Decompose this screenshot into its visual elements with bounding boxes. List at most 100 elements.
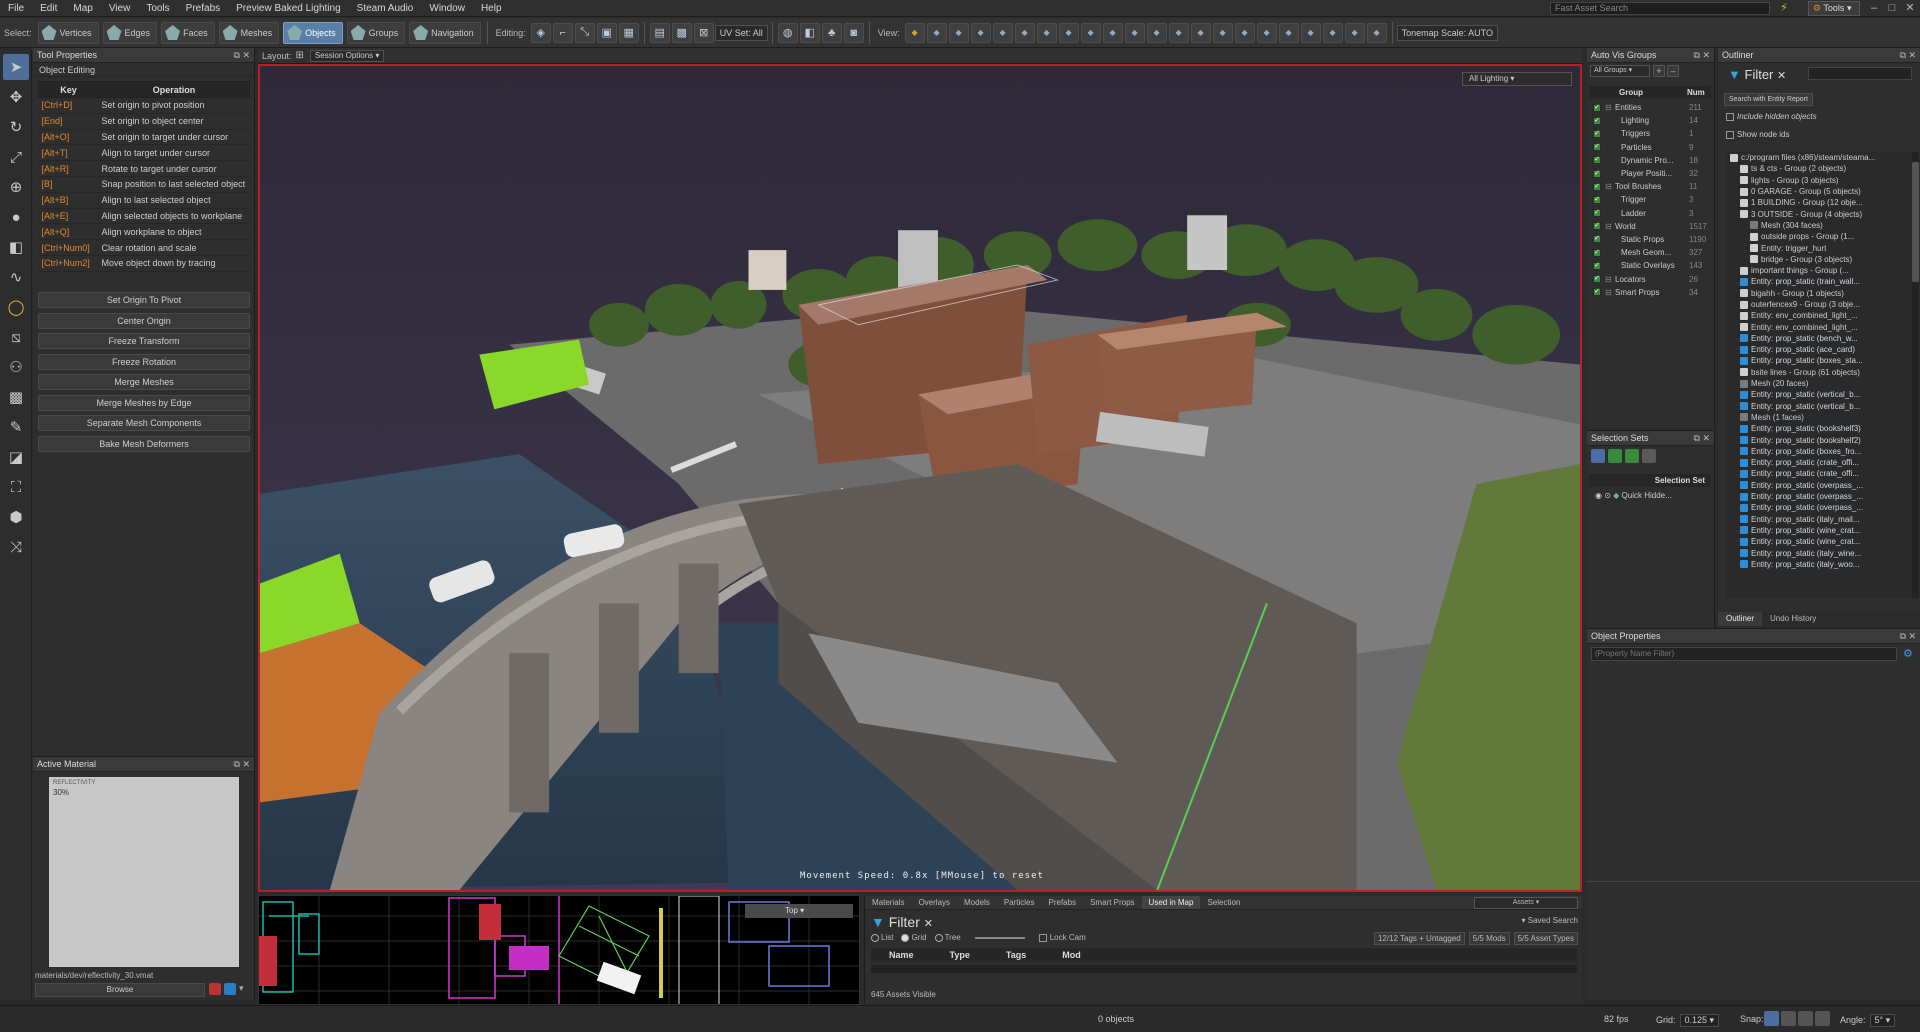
outliner-row[interactable]: Entity: prop_static (bookshelf2) xyxy=(1726,434,1912,445)
column-tags[interactable]: Tags xyxy=(988,948,1044,962)
merge-meshes-button[interactable]: Merge Meshes xyxy=(38,374,250,391)
vis-group-row[interactable]: ✓ Player Positi... 32 xyxy=(1589,167,1711,180)
chevron-down-icon[interactable]: ▾ xyxy=(239,983,251,995)
lock-icon[interactable]: ⊙ xyxy=(1604,491,1611,500)
grid-fine-view-icon[interactable]: ◆ xyxy=(1300,22,1321,43)
visibility-checkbox[interactable]: ✓ xyxy=(1593,116,1601,125)
eyedropper-icon[interactable] xyxy=(209,983,221,995)
lock-view-icon[interactable]: ◆ xyxy=(948,22,969,43)
visibility-checkbox[interactable]: ✓ xyxy=(1593,129,1601,138)
sprite-view-icon[interactable]: ◆ xyxy=(1036,22,1057,43)
grid-set-icon[interactable] xyxy=(1642,449,1656,463)
runner-view-icon[interactable]: ◆ xyxy=(1102,22,1123,43)
outliner-filter-input[interactable] xyxy=(1808,67,1912,80)
outliner-row[interactable]: Entity: prop_static (italy_mail... xyxy=(1726,514,1912,525)
menu-help[interactable]: Help xyxy=(473,0,510,17)
lock-cam-option[interactable]: Lock Cam xyxy=(1038,933,1086,942)
menu-window[interactable]: Window xyxy=(421,0,473,17)
asset-thumbnail-strip[interactable] xyxy=(871,965,1577,973)
visibility-checkbox[interactable]: ✓ xyxy=(1593,288,1601,297)
view-mode-tree[interactable]: Tree xyxy=(934,933,961,942)
radio-icon[interactable] xyxy=(871,933,879,942)
tab-overlays[interactable]: Overlays xyxy=(911,896,957,909)
tab-outliner[interactable]: Outliner xyxy=(1718,612,1763,626)
tab-materials[interactable]: Materials xyxy=(865,896,911,909)
entity-tool-icon[interactable]: ⚇ xyxy=(3,354,29,380)
outliner-row[interactable]: bridge - Group (3 objects) xyxy=(1726,254,1912,265)
minimize-icon[interactable]: – xyxy=(1866,1,1882,16)
cube-view-icon[interactable]: ◆ xyxy=(1058,22,1079,43)
vis-group-row[interactable]: ✓ ⊟ Smart Props 34 xyxy=(1589,286,1711,299)
outliner-row[interactable]: Entity: prop_static (overpass_... xyxy=(1726,491,1912,502)
set-origin-to-pivot-button[interactable]: Set Origin To Pivot xyxy=(38,292,250,309)
panel-close-icon[interactable]: ⧉ ✕ xyxy=(234,48,250,63)
mode-vertices-button[interactable]: Vertices xyxy=(37,21,99,44)
outliner-row[interactable]: Entity: prop_static (overpass_... xyxy=(1726,502,1912,513)
block-tool-icon[interactable]: ◧ xyxy=(3,234,29,260)
pivot-icon[interactable]: ◈ xyxy=(530,22,551,43)
vis-group-row[interactable]: ✓ Mesh Geom... 327 xyxy=(1589,246,1711,259)
power-icon[interactable]: ⚡ xyxy=(1776,1,1792,16)
tab-used-in-map[interactable]: Used in Map xyxy=(1141,896,1201,909)
expand-icon[interactable]: ⊟ xyxy=(1605,288,1615,297)
asset-filter[interactable]: ▼ Filter ✕ xyxy=(871,914,933,930)
outliner-row[interactable]: Entity: prop_static (vertical_b... xyxy=(1726,389,1912,400)
remove-group-icon[interactable]: – xyxy=(1667,65,1679,77)
merge-meshes-by-edge-button[interactable]: Merge Meshes by Edge xyxy=(38,394,250,411)
separate-mesh-components-button[interactable]: Separate Mesh Components xyxy=(38,415,250,432)
shield-view-icon[interactable]: ◆ xyxy=(1080,22,1101,43)
nav-view-icon[interactable]: ◆ xyxy=(992,22,1013,43)
vis-group-row[interactable]: ✓ Triggers 1 xyxy=(1589,127,1711,140)
vis-group-row[interactable]: ✓ Static Overlays 143 xyxy=(1589,259,1711,272)
globe-icon[interactable]: ◍ xyxy=(777,22,798,43)
person-view-icon[interactable]: ◆ xyxy=(1124,22,1145,43)
vis-group-row[interactable]: ✓ ⊟ Locators 26 xyxy=(1589,272,1711,285)
visibility-checkbox[interactable]: ✓ xyxy=(1593,169,1601,178)
outliner-row[interactable]: 3 OUTSIDE - Group (4 objects) xyxy=(1726,208,1912,219)
column-type[interactable]: Type xyxy=(932,948,988,962)
visibility-checkbox[interactable]: ✓ xyxy=(1593,182,1601,191)
tab-prefabs[interactable]: Prefabs xyxy=(1042,896,1084,909)
outliner-row[interactable]: 0 GARAGE - Group (5 objects) xyxy=(1726,186,1912,197)
outliner-row[interactable]: outside props - Group (1... xyxy=(1726,231,1912,242)
tree-icon[interactable]: ♣ xyxy=(821,22,842,43)
visibility-checkbox[interactable]: ✓ xyxy=(1593,103,1601,112)
overlay-tool-icon[interactable]: ◪ xyxy=(3,444,29,470)
outliner-row[interactable]: Entity: prop_static (crate_offi... xyxy=(1726,457,1912,468)
world-space-icon[interactable]: ▣ xyxy=(596,22,617,43)
vis-group-row[interactable]: ✓ Particles 9 xyxy=(1589,141,1711,154)
view-mode-list[interactable]: List xyxy=(871,933,893,942)
tab-smart-props[interactable]: Smart Props xyxy=(1083,896,1141,909)
panel-close-icon[interactable]: ⧉ ✕ xyxy=(1694,48,1710,63)
settings-gear-icon[interactable]: ⚙ xyxy=(1903,647,1913,660)
outliner-row[interactable]: Mesh (304 faces) xyxy=(1726,220,1912,231)
mode-navigation-button[interactable]: Navigation xyxy=(409,21,481,44)
add-to-set-icon[interactable] xyxy=(1608,449,1622,463)
visibility-checkbox[interactable]: ✓ xyxy=(1593,275,1601,284)
column-name[interactable]: Name xyxy=(871,948,932,962)
column-mod[interactable]: Mod xyxy=(1044,948,1099,962)
clip-tool-icon[interactable]: ⧅ xyxy=(3,324,29,350)
select-set-icon[interactable] xyxy=(1625,449,1639,463)
menu-view[interactable]: View xyxy=(101,0,139,17)
expand-icon[interactable]: ⊟ xyxy=(1605,182,1615,191)
texture-scale-icon[interactable]: ▩ xyxy=(671,22,692,43)
create-set-icon[interactable] xyxy=(1591,449,1605,463)
freeze-rotation-button[interactable]: Freeze Rotation xyxy=(38,353,250,370)
outliner-row[interactable]: lights - Group (3 objects) xyxy=(1726,175,1912,186)
snap-edge-icon[interactable] xyxy=(1798,1011,1813,1026)
open-material-icon[interactable] xyxy=(224,983,236,995)
outliner-row[interactable]: Entity: prop_static (bench_w... xyxy=(1726,333,1912,344)
ruler-view-icon[interactable]: ◆ xyxy=(1366,22,1387,43)
tab-models[interactable]: Models xyxy=(957,896,997,909)
panel-close-icon[interactable]: ⧉ ✕ xyxy=(234,757,250,772)
light-tool-icon[interactable]: ● xyxy=(3,204,29,230)
outliner-row[interactable]: Entity: prop_static (boxes_fro... xyxy=(1726,446,1912,457)
vis-group-row[interactable]: ✓ ⊟ World 1517 xyxy=(1589,220,1711,233)
3d-viewport[interactable]: All Lighting ▾ Movement Speed: 0.8x [MMo… xyxy=(258,64,1582,892)
outliner-scroll-thumb[interactable] xyxy=(1912,162,1919,282)
outliner-row[interactable]: important things - Group (... xyxy=(1726,265,1912,276)
freeze-transform-button[interactable]: Freeze Transform xyxy=(38,333,250,350)
maximize-icon[interactable]: □ xyxy=(1884,1,1900,16)
close-window-icon[interactable]: ✕ xyxy=(1902,1,1918,16)
